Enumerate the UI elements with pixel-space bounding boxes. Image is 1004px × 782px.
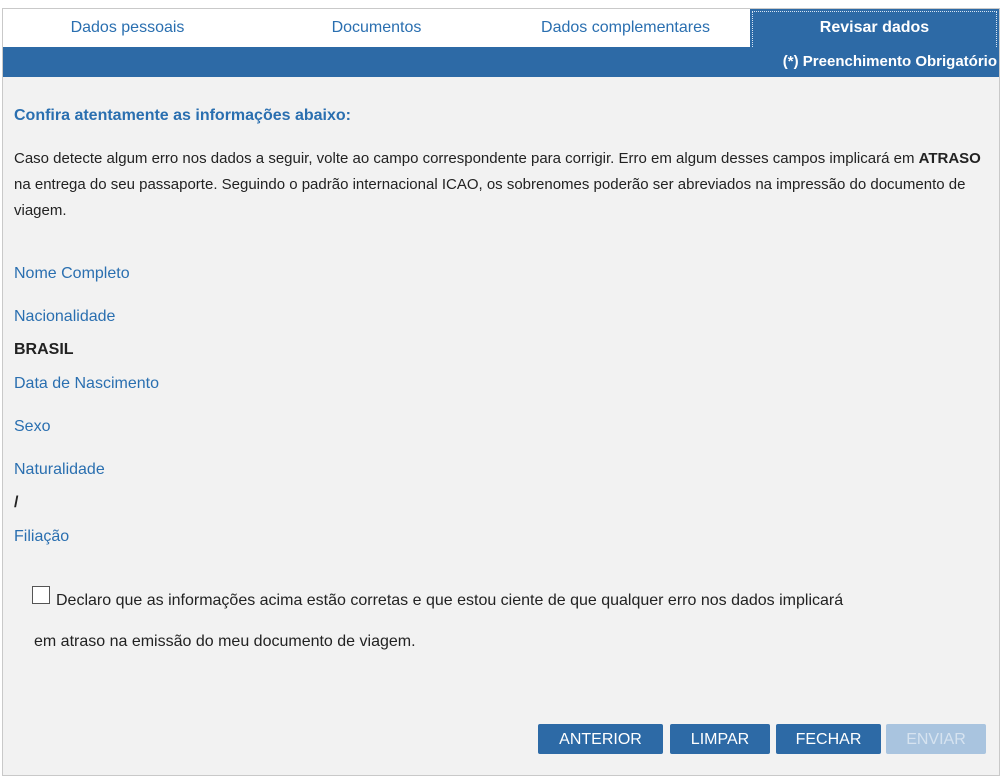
naturalidade-label: Naturalidade: [14, 461, 105, 478]
required-fields-note: (*) Preenchimento Obrigatório: [3, 47, 999, 77]
tab-revisar-dados[interactable]: Revisar dados: [750, 9, 999, 47]
limpar-button[interactable]: LIMPAR: [670, 724, 770, 754]
tab-documentos[interactable]: Documentos: [252, 9, 501, 47]
filiacao-label: Filiação: [14, 528, 70, 545]
wizard-tabs: Dados pessoais Documentos Dados compleme…: [3, 9, 999, 47]
enviar-button[interactable]: ENVIAR: [886, 724, 986, 754]
anterior-button[interactable]: ANTERIOR: [538, 724, 663, 754]
nacionalidade-value: BRASIL: [14, 341, 74, 358]
fechar-button[interactable]: FECHAR: [776, 724, 881, 754]
declaration-text-line1: Declaro que as informações acima estão c…: [56, 592, 844, 609]
review-content: Confira atentamente as informações abaix…: [14, 106, 984, 224]
sexo-label: Sexo: [14, 418, 51, 435]
instructions-emphasis: ATRASO: [918, 150, 981, 167]
data-nascimento-label: Data de Nascimento: [14, 375, 159, 392]
review-instructions: Caso detecte algum erro nos dados a segu…: [14, 146, 984, 224]
nacionalidade-label: Nacionalidade: [14, 308, 116, 325]
nome-completo-label: Nome Completo: [14, 265, 130, 282]
tab-dados-complementares[interactable]: Dados complementares: [501, 9, 750, 47]
declaration-checkbox[interactable]: [32, 586, 50, 604]
declaration-text-line2: em atraso na emissão do meu documento de…: [34, 633, 416, 650]
instructions-text-2: na entrega do seu passaporte. Seguindo o…: [14, 176, 966, 219]
review-heading: Confira atentamente as informações abaix…: [14, 107, 351, 124]
naturalidade-value: /: [14, 494, 19, 511]
tab-dados-pessoais[interactable]: Dados pessoais: [3, 9, 252, 47]
instructions-text-1: Caso detecte algum erro nos dados a segu…: [14, 150, 919, 167]
